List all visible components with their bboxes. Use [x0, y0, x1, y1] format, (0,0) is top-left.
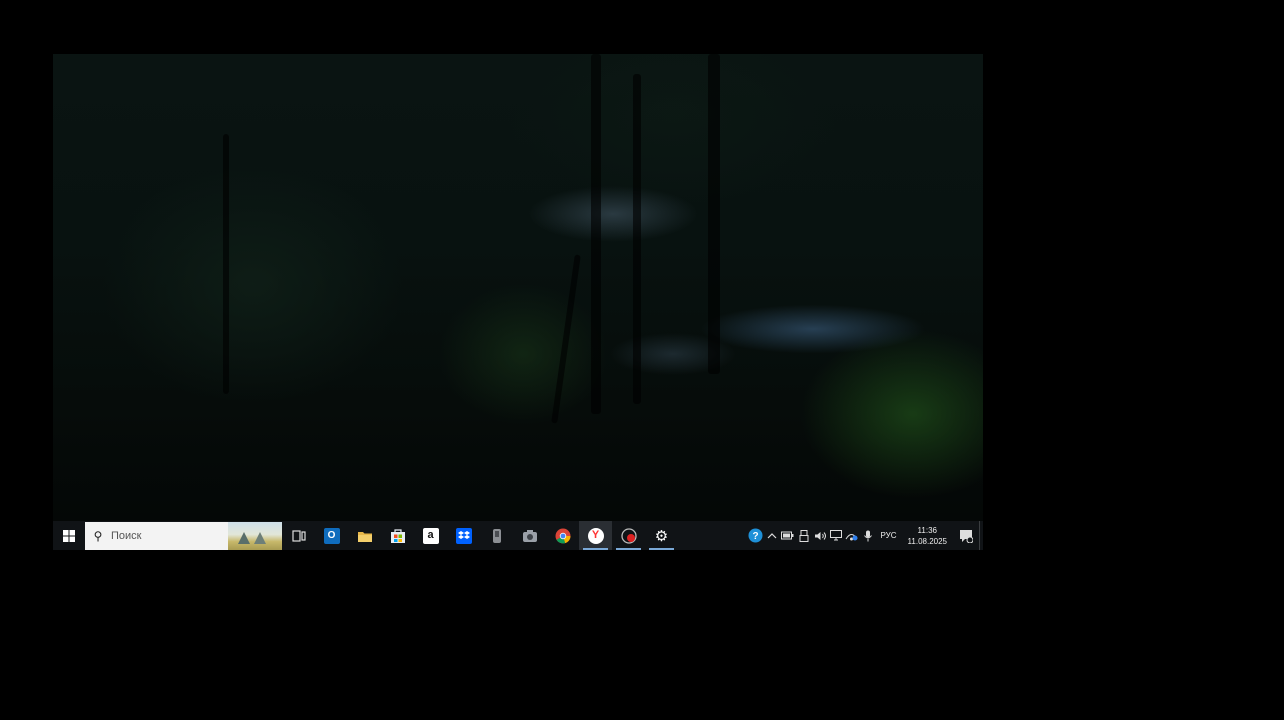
search-placeholder: Поиск: [111, 529, 142, 542]
svg-text:?: ?: [752, 531, 758, 542]
chrome-app[interactable]: [546, 521, 579, 550]
outlook-icon: O: [323, 527, 340, 544]
settings-app[interactable]: ⚙: [645, 521, 678, 550]
show-desktop-button[interactable]: [979, 521, 983, 550]
camera-app[interactable]: [513, 521, 546, 550]
folder-icon: [357, 531, 372, 542]
clock-time: 11:36: [917, 525, 937, 535]
gear-icon: ⚙: [654, 527, 669, 545]
notification-icon: [960, 529, 973, 543]
taskbar: ⚲ Поиск O a Y ⚙ ? РУС 11:36 11.08.2025: [53, 521, 983, 550]
battery-icon[interactable]: [780, 521, 796, 550]
amazon-icon: a: [422, 527, 439, 544]
store-icon: [390, 528, 405, 543]
task-view-icon: [291, 529, 306, 542]
outlook-app[interactable]: O: [315, 521, 348, 550]
record-icon: [620, 527, 637, 544]
display-icon[interactable]: [828, 521, 844, 550]
search-highlight-image: [228, 521, 282, 550]
clock-date: 11.08.2025: [907, 536, 947, 546]
camera-icon: [522, 529, 537, 542]
network-icon[interactable]: [844, 521, 860, 550]
system-tray: ? РУС 11:36 11.08.2025: [748, 521, 983, 550]
amazon-app[interactable]: a: [414, 521, 447, 550]
dropbox-icon: [455, 527, 472, 544]
windows-icon: [63, 529, 75, 542]
chrome-icon: [555, 528, 570, 543]
start-button[interactable]: [53, 521, 85, 550]
help-icon[interactable]: ?: [748, 521, 764, 550]
file-explorer-app[interactable]: [348, 521, 381, 550]
language-indicator[interactable]: РУС: [876, 531, 902, 540]
media-device-app[interactable]: [480, 521, 513, 550]
chevron-up-icon[interactable]: [764, 521, 780, 550]
microphone-icon[interactable]: [860, 521, 876, 550]
desktop-screen: ⚲ Поиск O a Y ⚙ ? РУС 11:36 11.08.2025: [53, 54, 983, 550]
dropbox-app[interactable]: [447, 521, 480, 550]
usb-icon[interactable]: [796, 521, 812, 550]
yandex-browser-app[interactable]: Y: [579, 521, 612, 550]
task-view-button[interactable]: [282, 521, 315, 550]
search-icon: ⚲: [93, 528, 103, 543]
notification-center-button[interactable]: [953, 521, 979, 550]
device-icon: [492, 528, 501, 543]
microsoft-store-app[interactable]: [381, 521, 414, 550]
clock[interactable]: 11:36 11.08.2025: [902, 525, 953, 547]
search-box[interactable]: ⚲ Поиск: [85, 521, 282, 550]
desktop-wallpaper: [53, 54, 983, 521]
yandex-icon: Y: [587, 527, 604, 544]
recorder-app[interactable]: [612, 521, 645, 550]
volume-icon[interactable]: [812, 521, 828, 550]
